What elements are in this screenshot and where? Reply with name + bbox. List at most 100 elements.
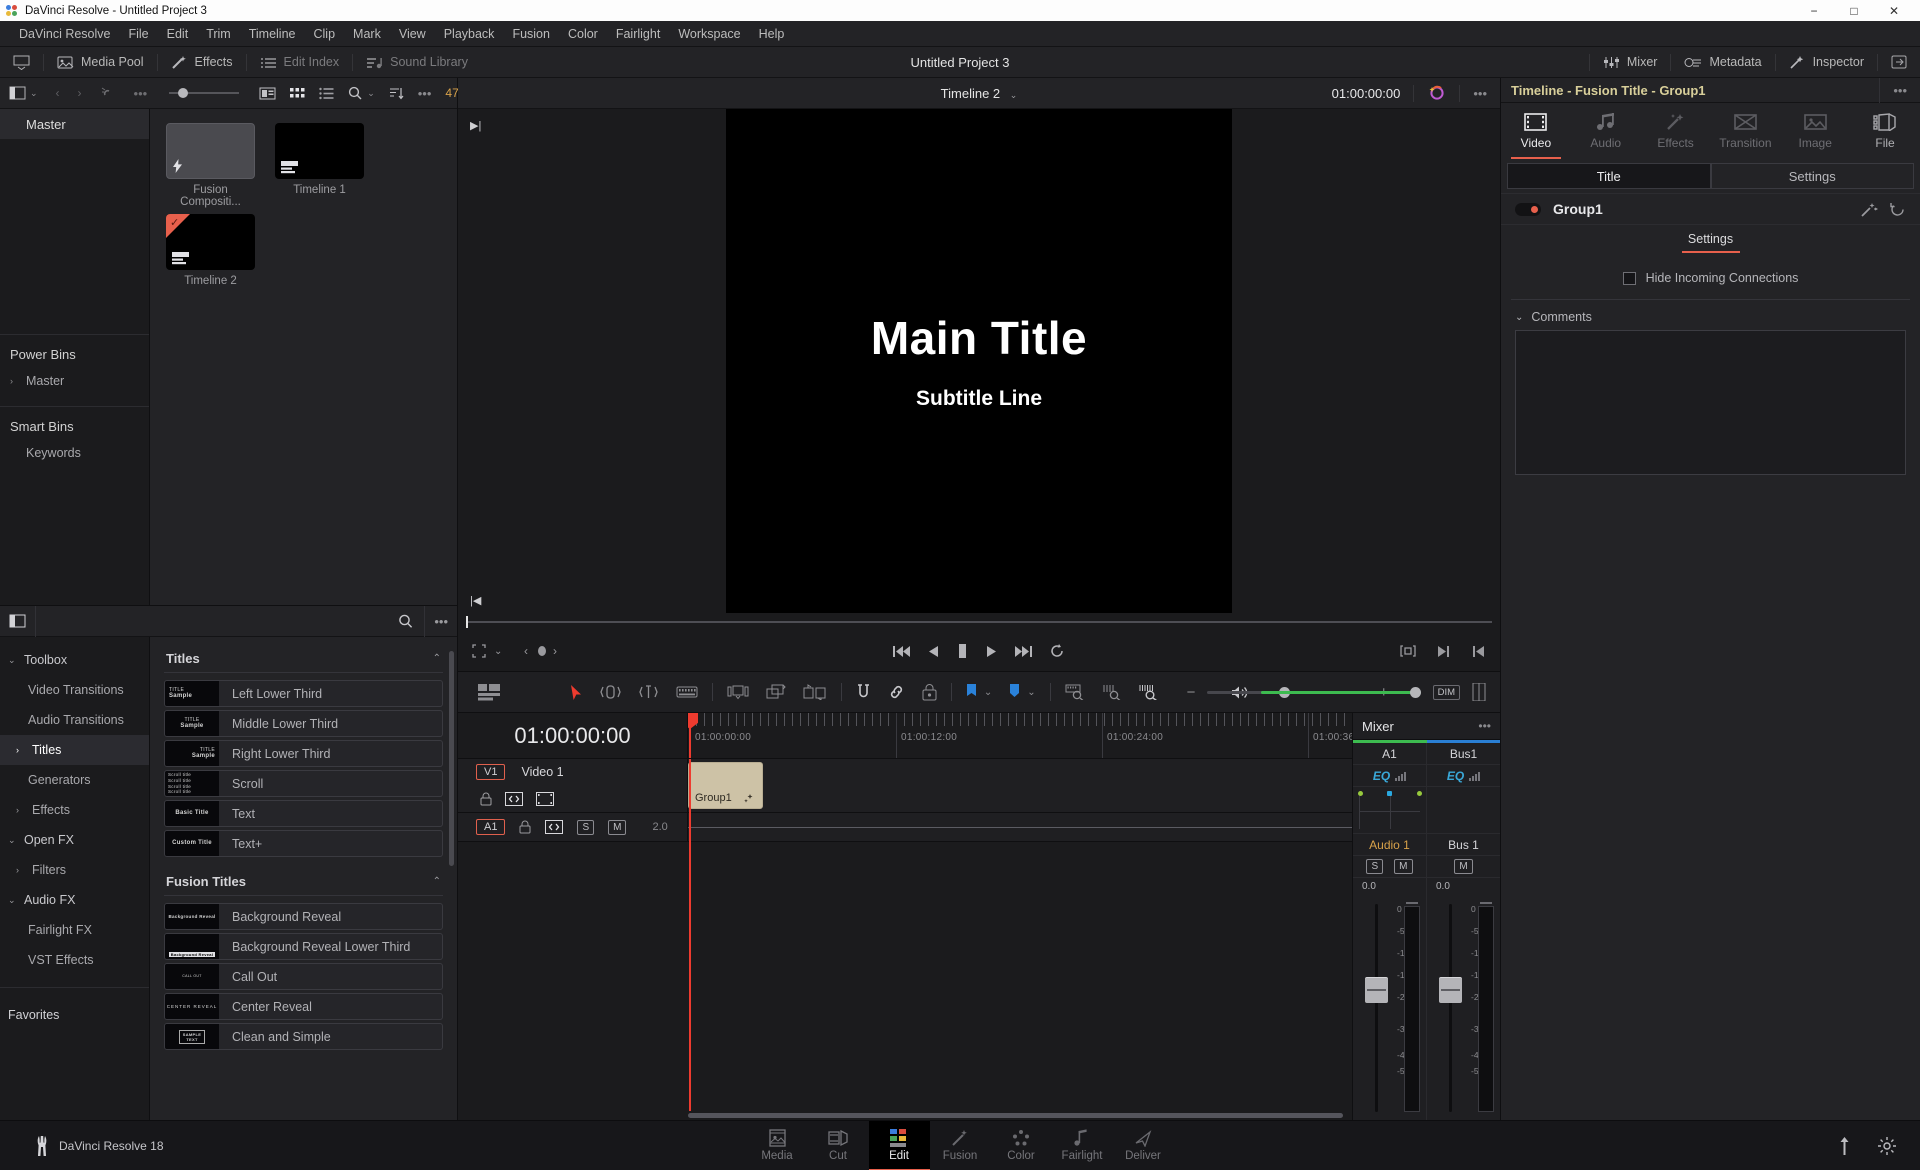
track-area-v1[interactable]: Group1 (688, 759, 1352, 812)
viewer-playhead[interactable] (466, 616, 468, 628)
menu-file[interactable]: File (119, 21, 157, 47)
viewer-more-button[interactable]: ••• (1460, 78, 1500, 109)
trim-edit-icon[interactable] (600, 684, 621, 700)
effect-item-background-reveal[interactable]: Background Reveal Background Reveal (164, 903, 443, 930)
timeline-tab-label[interactable]: Timeline 2 (941, 86, 1000, 101)
solo-button-a1[interactable]: S (577, 819, 595, 835)
effect-item-call-out[interactable]: CALL OUT Call Out (164, 963, 443, 990)
zoom-fit-icon[interactable] (1065, 684, 1085, 700)
tab-file[interactable]: File (1850, 103, 1920, 159)
effect-item-scroll[interactable]: Scroll title Scroll title Scroll title Scro… (164, 770, 443, 797)
group-enable-toggle[interactable] (1515, 202, 1541, 216)
back-button[interactable]: ‹ (47, 78, 69, 109)
page-edit[interactable]: Edit (868, 1120, 930, 1170)
menu-clip[interactable]: Clip (305, 21, 345, 47)
menu-workspace[interactable]: Workspace (669, 21, 749, 47)
minimize-button[interactable]: − (1794, 0, 1834, 21)
stop-icon[interactable] (957, 644, 968, 658)
tab-effects[interactable]: Effects (1641, 103, 1711, 159)
grid-view-button[interactable] (283, 78, 312, 109)
search-icon[interactable]: ⌄ (341, 78, 382, 109)
timeline-playhead[interactable] (688, 713, 698, 758)
mixer-mute-bus1[interactable]: M (1454, 859, 1473, 874)
menu-fusion[interactable]: Fusion (503, 21, 559, 47)
menu-timeline[interactable]: Timeline (240, 21, 305, 47)
metadata-button[interactable]: Metadata (1671, 47, 1774, 78)
page-cut[interactable]: Cut (808, 1121, 869, 1170)
mixer-channel-short-name[interactable]: A1 (1353, 743, 1426, 765)
menu-fairlight[interactable]: Fairlight (607, 21, 669, 47)
lock-icon[interactable] (480, 792, 492, 806)
snapping-icon[interactable] (856, 683, 871, 701)
inspector-sub-tab-settings[interactable]: Settings (1501, 225, 1920, 253)
mark-out-icon[interactable]: |◀ (470, 594, 481, 607)
overwrite-clip-icon[interactable] (766, 684, 786, 700)
chevron-down-icon[interactable]: ⌄ (984, 687, 992, 698)
effect-item-background-reveal-lower-third[interactable]: Background Reveal Background Reveal Lowe… (164, 933, 443, 960)
page-color[interactable]: Color (991, 1121, 1052, 1170)
menu-help[interactable]: Help (750, 21, 794, 47)
mixer-channel-short-name[interactable]: Bus1 (1427, 743, 1500, 765)
fx-tree-filters[interactable]: › Filters (0, 855, 149, 885)
fx-tree-open-fx[interactable]: ⌄ Open FX (0, 825, 149, 855)
marker-icon[interactable] (1009, 684, 1020, 700)
effects-more-button[interactable]: ••• (425, 606, 457, 637)
mixer-button[interactable]: Mixer (1590, 47, 1671, 78)
maximize-button[interactable]: □ (1834, 0, 1874, 21)
thumbnail-toggle-icon[interactable] (536, 791, 554, 806)
menu-davinci-resolve[interactable]: DaVinci Resolve (10, 21, 119, 47)
hide-incoming-connections-checkbox[interactable] (1622, 271, 1636, 285)
audio-volume-slider[interactable] (1260, 686, 1421, 698)
timeline-clip-group1[interactable]: Group1 (688, 762, 763, 809)
bin-master[interactable]: Master (0, 109, 149, 139)
mixer-eq-a1[interactable]: EQ (1353, 765, 1426, 787)
forward-button[interactable]: › (69, 78, 91, 109)
mixer-fader-bus1[interactable]: 0 -5 -10 -15 -20 -30 -40 -50 (1427, 894, 1500, 1120)
mixer-more-button[interactable]: ••• (1478, 719, 1491, 733)
menu-playback[interactable]: Playback (435, 21, 504, 47)
fx-tree-audio-transitions[interactable]: Audio Transitions (0, 705, 149, 735)
zoom-out-button[interactable]: − (1187, 684, 1196, 701)
effects-button[interactable]: Effects (158, 47, 246, 78)
effects-scrollbar[interactable] (449, 651, 454, 866)
lock-track-icon[interactable] (922, 683, 937, 701)
hide-incoming-connections-row[interactable]: Hide Incoming Connections (1501, 263, 1920, 293)
page-media[interactable]: Media (747, 1121, 808, 1170)
effect-item-center-reveal[interactable]: CENTER REVEAL Center Reveal (164, 993, 443, 1020)
mute-button-a1[interactable]: M (608, 819, 627, 835)
effects-search-input[interactable] (35, 605, 426, 637)
blade-icon[interactable] (676, 685, 698, 699)
loop-icon[interactable] (1050, 644, 1065, 658)
tab-audio[interactable]: Audio (1571, 103, 1641, 159)
flag-icon[interactable] (966, 684, 977, 700)
power-bins-item-master[interactable]: › Master (0, 366, 149, 396)
linked-selection-icon[interactable] (888, 684, 905, 700)
jump-to-start-icon[interactable] (893, 645, 910, 658)
unlink-icon[interactable] (91, 78, 125, 109)
page-fairlight[interactable]: Fairlight (1052, 1121, 1113, 1170)
dynamic-trim-icon[interactable] (638, 684, 659, 700)
menu-color[interactable]: Color (559, 21, 607, 47)
filmstrip-view-button[interactable] (252, 78, 283, 109)
mixer-fader-a1[interactable]: 0 -5 -10 -15 -20 -30 -40 -50 (1353, 894, 1426, 1120)
effects-item-list[interactable]: Titles ⌃ TITLE Sample Left Lower Third TIT… (150, 637, 457, 1120)
mixer-pan-a1[interactable] (1353, 787, 1426, 834)
step-back-icon[interactable] (928, 645, 939, 658)
mixer-db-a1[interactable]: 0.0 (1353, 878, 1426, 894)
zoom-detail-icon[interactable] (1102, 684, 1122, 700)
sound-library-button[interactable]: Sound Library (353, 47, 481, 78)
replace-clip-icon[interactable] (803, 684, 827, 700)
edit-index-button[interactable]: Edit Index (247, 47, 353, 78)
list-view-button[interactable] (312, 78, 341, 109)
media-clip-timeline-1[interactable]: Timeline 1 (275, 123, 384, 208)
fx-tree-favorites[interactable]: Favorites (0, 1000, 149, 1030)
media-pool-button[interactable]: Media Pool (44, 47, 157, 78)
timeline-current-timecode[interactable]: 01:00:00:00 (458, 713, 688, 758)
auto-select-icon[interactable] (545, 820, 564, 834)
track-header-v1[interactable]: V1 Video 1 (458, 759, 688, 812)
sidebar-toggle-button[interactable]: ⌄ (0, 78, 47, 109)
selection-arrow-icon[interactable] (570, 684, 583, 701)
viewer-frame[interactable]: Main Title Subtitle Line (726, 109, 1232, 613)
segment-title[interactable]: Title (1507, 163, 1711, 189)
fx-tree-effects[interactable]: › Effects (0, 795, 149, 825)
